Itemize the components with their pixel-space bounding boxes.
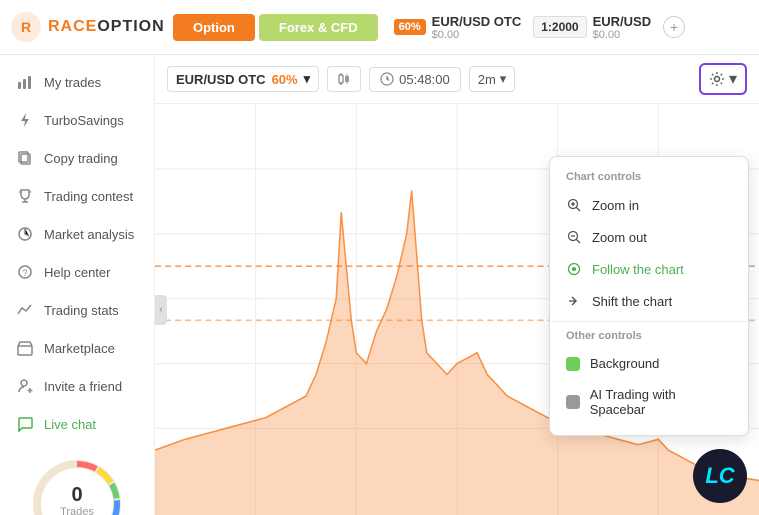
chart-canvas: ‹ Chart controls Zoom in Zoom out [155,104,759,515]
zoom-in-icon [566,197,582,213]
trophy-icon [16,187,34,205]
lightning-icon [16,111,34,129]
candle-type-button[interactable] [327,66,361,92]
pct-badge-otc: 60% [394,19,426,35]
main-layout: My trades TurboSavings Copy trading Trad… [0,55,759,515]
chat-icon [16,415,34,433]
timer-display: 05:48:00 [369,67,461,92]
interval-arrow-icon: ▾ [500,71,507,87]
dropdown-shift-chart[interactable]: Shift the chart [550,285,748,317]
dropdown-arrow-icon: ▾ [304,71,311,87]
sidebar-item-trading-contest[interactable]: Trading contest [0,177,154,215]
chart-area: EUR/USD OTC 60% ▾ 05:48: [155,55,759,515]
zoom-out-label: Zoom out [592,230,647,245]
background-label: Background [590,356,659,371]
interval-select[interactable]: 2m ▾ [469,66,516,92]
interval-value: 2m [478,72,496,87]
instrument-name: EUR/USD [593,14,652,29]
sidebar-collapse-handle[interactable]: ‹ [155,295,167,325]
chart-bar-icon [16,73,34,91]
dropdown-ai-trading[interactable]: AI Trading with Spacebar [550,379,748,425]
stats-icon [16,301,34,319]
sidebar-label-turbosavings: TurboSavings [44,113,124,128]
trades-circle: 0 Trades [32,459,122,515]
sidebar-item-copy-trading[interactable]: Copy trading [0,139,154,177]
instrument-eurusd-otc[interactable]: 60% EUR/USD OTC $0.00 [394,14,522,41]
tab-forex[interactable]: Forex & CFD [259,14,378,41]
logo: R RACEOPTION [10,11,165,43]
help-circle-icon: ? [16,263,34,281]
sidebar-label-live-chat: Live chat [44,417,96,432]
svg-text:?: ? [22,268,27,278]
sidebar-label-copy-trading: Copy trading [44,151,118,166]
logo-icon: R [10,11,42,43]
sidebar-label-trading-stats: Trading stats [44,303,119,318]
svg-text:R: R [21,19,31,35]
instrument-price: $0.00 [593,29,652,41]
ai-trading-label: AI Trading with Spacebar [590,387,732,417]
nav-tabs: Option Forex & CFD [173,14,378,41]
sidebar-label-invite-friend: Invite a friend [44,379,122,394]
background-swatch [566,357,580,371]
gear-icon [709,71,725,87]
svg-text:Trades: Trades [60,506,94,515]
other-controls-title: Other controls [550,326,748,348]
sidebar-label-market-analysis: Market analysis [44,227,134,242]
sidebar: My trades TurboSavings Copy trading Trad… [0,55,155,515]
instrument-eurusd[interactable]: 1:2000 EUR/USD $0.00 [533,14,651,41]
store-icon [16,339,34,357]
settings-dropdown-arrow-icon: ▾ [729,69,737,89]
add-instrument-button[interactable]: + [663,16,685,38]
invite-icon [16,377,34,395]
instrument-price-otc: $0.00 [432,29,522,41]
floating-logo[interactable]: LC [693,449,747,503]
trades-circle-area: 0 Trades [0,443,154,515]
sidebar-item-help-center[interactable]: ? Help center [0,253,154,291]
dropdown-zoom-in[interactable]: Zoom in [550,189,748,221]
logo-text: RACEOPTION [48,18,165,36]
instrument-name-otc: EUR/USD OTC [432,14,522,29]
shift-chart-icon [566,293,582,309]
clock-icon [380,72,394,86]
zoom-out-icon [566,229,582,245]
ai-trading-swatch [566,395,580,409]
chart-settings-button[interactable]: ▾ [699,63,747,95]
dropdown-background[interactable]: Background [550,348,748,379]
sidebar-label-trading-contest: Trading contest [44,189,133,204]
top-navigation: R RACEOPTION Option Forex & CFD 60% EUR/… [0,0,759,55]
dropdown-zoom-out[interactable]: Zoom out [550,221,748,253]
sidebar-item-trading-stats[interactable]: Trading stats [0,291,154,329]
svg-text:LC: LC [705,463,735,488]
instrument-area: 60% EUR/USD OTC $0.00 1:2000 EUR/USD $0.… [394,14,685,41]
shift-chart-label: Shift the chart [592,294,672,309]
sidebar-item-marketplace[interactable]: Marketplace [0,329,154,367]
follow-chart-label: Follow the chart [592,262,684,277]
sidebar-item-market-analysis[interactable]: Market analysis [0,215,154,253]
instrument-select[interactable]: EUR/USD OTC 60% ▾ [167,66,319,92]
sidebar-label-marketplace: Marketplace [44,341,115,356]
sidebar-label-my-trades: My trades [44,75,101,90]
sidebar-item-invite-friend[interactable]: Invite a friend [0,367,154,405]
chart-toolbar: EUR/USD OTC 60% ▾ 05:48: [155,55,759,104]
zoom-in-label: Zoom in [592,198,639,213]
ratio-badge: 1:2000 [533,16,586,38]
dropdown-follow-chart[interactable]: Follow the chart [550,253,748,285]
candle-icon [336,71,352,87]
instrument-select-pct: 60% [272,72,298,87]
instrument-select-name: EUR/USD OTC [176,72,266,87]
sidebar-item-live-chat[interactable]: Live chat [0,405,154,443]
tab-option[interactable]: Option [173,14,255,41]
sidebar-label-help-center: Help center [44,265,110,280]
analytics-icon [16,225,34,243]
copy-icon [16,149,34,167]
timer-value: 05:48:00 [399,72,450,87]
follow-chart-icon [566,261,582,277]
chart-controls-dropdown: Chart controls Zoom in Zoom out [549,156,749,436]
dropdown-divider [550,321,748,322]
sidebar-item-my-trades[interactable]: My trades [0,63,154,101]
svg-text:0: 0 [71,484,82,506]
sidebar-item-turbosavings[interactable]: TurboSavings [0,101,154,139]
lc-logo-icon: LC [701,457,739,495]
chart-controls-title: Chart controls [550,167,748,189]
